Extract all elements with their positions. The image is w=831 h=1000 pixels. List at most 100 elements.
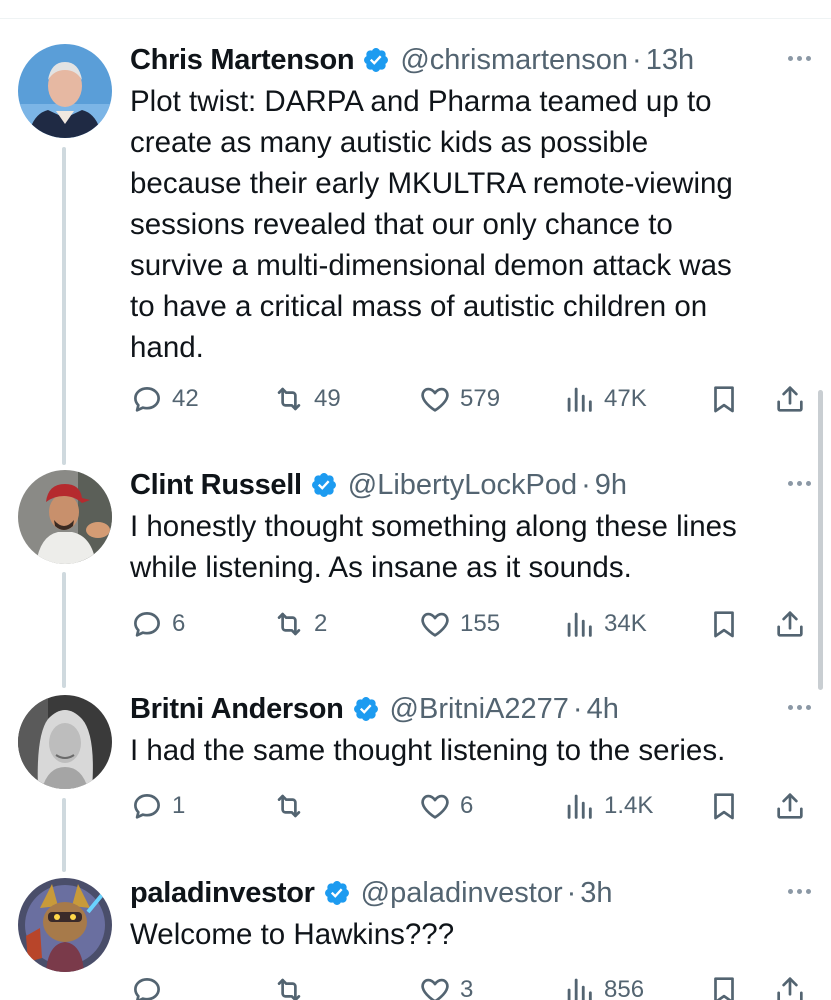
- share-icon: [777, 386, 803, 412]
- like-count: 579: [460, 385, 501, 412]
- reply-icon: [134, 387, 160, 412]
- author-handle[interactable]: @BritniA2277: [390, 693, 569, 726]
- reply-button[interactable]: [130, 970, 172, 1000]
- avatar[interactable]: [18, 44, 112, 138]
- tweet-text: I had the same thought listening to the …: [130, 730, 810, 771]
- avatar[interactable]: [18, 878, 112, 972]
- timestamp[interactable]: 3h: [580, 877, 612, 910]
- verified-badge-icon: [352, 695, 380, 723]
- repost-button[interactable]: 49: [272, 379, 341, 419]
- reply-count: 42: [172, 385, 199, 412]
- like-count: 155: [460, 610, 501, 637]
- reply-icon: [134, 612, 160, 637]
- like-button[interactable]: 3: [418, 970, 473, 1000]
- views-icon: [567, 794, 592, 819]
- separator-dot: ·: [581, 468, 591, 501]
- text-line: sessions revealed that our only chance t…: [130, 208, 673, 241]
- timestamp[interactable]: 4h: [587, 693, 619, 726]
- views-button[interactable]: 856: [562, 970, 644, 1000]
- avatar[interactable]: [18, 470, 112, 564]
- repost-count: 2: [314, 610, 328, 637]
- more-options-icon[interactable]: [771, 471, 811, 495]
- repost-icon: [277, 387, 301, 411]
- avatar[interactable]: [18, 695, 112, 789]
- thread-line: [62, 798, 66, 872]
- separator-dot: ·: [632, 43, 642, 76]
- more-options-icon[interactable]: [771, 46, 811, 70]
- share-button[interactable]: [773, 786, 807, 826]
- reply-button[interactable]: 1: [130, 786, 185, 826]
- tweet-text: Welcome to Hawkins???: [130, 914, 810, 955]
- share-button[interactable]: [773, 970, 807, 1000]
- repost-icon: [277, 612, 301, 636]
- bookmark-button[interactable]: [707, 379, 741, 419]
- author-handle[interactable]: @chrismartenson: [400, 44, 628, 77]
- view-count: 34K: [604, 610, 647, 637]
- share-icon: [777, 611, 803, 637]
- like-button[interactable]: 579: [418, 379, 500, 419]
- bookmark-button[interactable]: [707, 970, 741, 1000]
- heart-icon: [421, 612, 449, 637]
- top-divider: [0, 18, 831, 19]
- like-button[interactable]: 155: [418, 604, 500, 644]
- text-line: hand.: [130, 331, 204, 364]
- text-line: create as many autistic kids as possible: [130, 126, 649, 159]
- reply-count: 6: [172, 610, 186, 637]
- views-icon: [567, 978, 592, 1000]
- share-button[interactable]: [773, 604, 807, 644]
- author-handle[interactable]: @paladinvestor: [361, 877, 563, 910]
- more-options-icon[interactable]: [771, 695, 811, 719]
- like-count: 3: [460, 976, 474, 1000]
- author-name[interactable]: paladinvestor: [130, 877, 315, 910]
- separator-dot: ·: [572, 692, 583, 725]
- views-icon: [567, 387, 592, 412]
- reply-icon: [134, 794, 160, 819]
- views-button[interactable]: 47K: [562, 379, 647, 419]
- more-options-icon[interactable]: [771, 879, 811, 903]
- share-icon: [777, 977, 803, 1000]
- author-name[interactable]: Britni Anderson: [130, 693, 344, 726]
- timestamp[interactable]: 9h: [595, 469, 627, 502]
- reply-count: 1: [172, 792, 186, 819]
- like-button[interactable]: 6: [418, 786, 473, 826]
- view-count: 1.4K: [604, 792, 654, 819]
- action-bar: 3 856: [130, 970, 810, 1000]
- bookmark-icon: [714, 977, 734, 1000]
- bookmark-icon: [714, 793, 734, 820]
- heart-icon: [421, 794, 449, 819]
- views-button[interactable]: 1.4K: [562, 786, 653, 826]
- text-line: survive a multi-dimensional demon attack…: [130, 249, 732, 282]
- author-handle[interactable]: @LibertyLockPod: [348, 469, 577, 502]
- view-count: 47K: [604, 385, 647, 412]
- repost-button[interactable]: [272, 786, 314, 826]
- repost-icon: [277, 978, 301, 1000]
- author-name[interactable]: Clint Russell: [130, 469, 302, 502]
- repost-count: 49: [314, 385, 341, 412]
- author-name[interactable]: Chris Martenson: [130, 44, 355, 77]
- views-button[interactable]: 34K: [562, 604, 647, 644]
- tweet-text: Plot twist: DARPA and Pharma teamed up t…: [130, 81, 810, 368]
- repost-icon: [277, 794, 301, 818]
- view-count: 856: [604, 976, 645, 1000]
- share-button[interactable]: [773, 379, 807, 419]
- action-bar: 6 2 155 34K: [130, 604, 810, 644]
- verified-badge-icon: [362, 46, 390, 74]
- text-line: Welcome to Hawkins???: [130, 918, 455, 951]
- repost-button[interactable]: [272, 970, 314, 1000]
- reply-button[interactable]: 6: [130, 604, 185, 644]
- text-line: I honestly thought something along these…: [130, 510, 737, 543]
- bookmark-button[interactable]: [707, 786, 741, 826]
- separator-dot: ·: [566, 876, 577, 909]
- bookmark-button[interactable]: [707, 604, 741, 644]
- repost-button[interactable]: 2: [272, 604, 327, 644]
- heart-icon: [421, 387, 449, 412]
- timestamp[interactable]: 13h: [646, 44, 694, 77]
- action-bar: 1 6 1.4K: [130, 786, 810, 826]
- heart-icon: [421, 978, 449, 1000]
- reply-button[interactable]: 42: [130, 379, 199, 419]
- thread-line: [62, 572, 66, 688]
- bookmark-icon: [714, 611, 734, 638]
- scrollbar[interactable]: [818, 390, 823, 690]
- action-bar: 42 49 579 47K: [130, 379, 810, 419]
- tweet-text: I honestly thought something along these…: [130, 506, 810, 588]
